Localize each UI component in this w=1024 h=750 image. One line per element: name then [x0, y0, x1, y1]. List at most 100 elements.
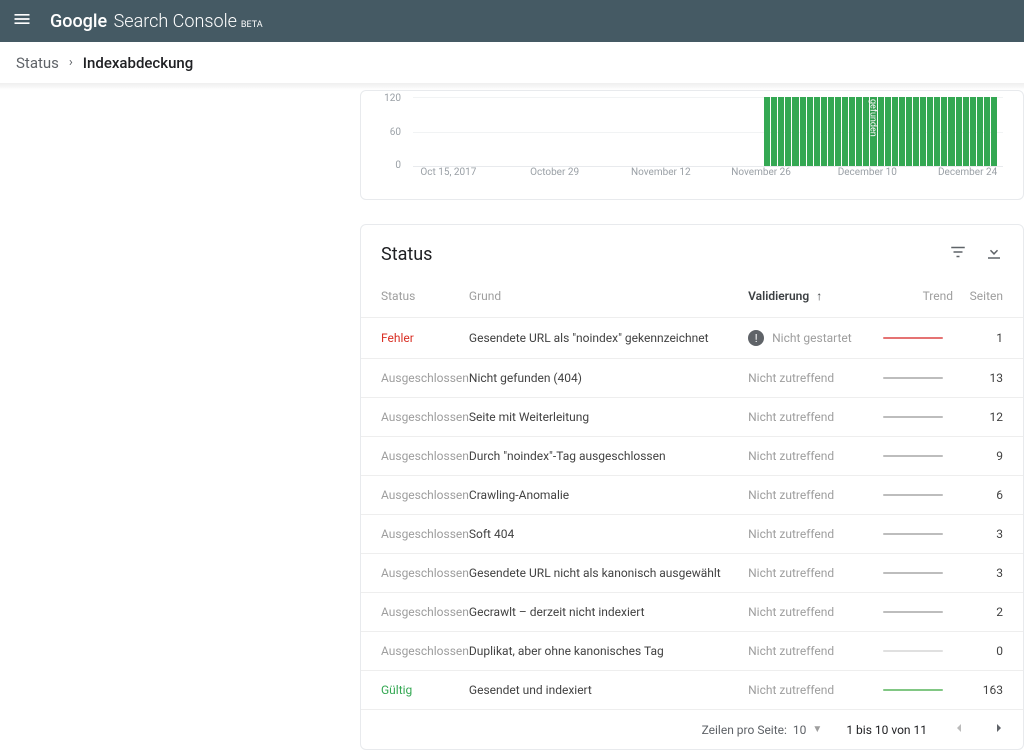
cell-validierung-text: Nicht zutreffend	[748, 449, 834, 463]
x-tick: November 12	[631, 167, 691, 178]
x-tick: November 26	[731, 167, 791, 178]
sparkline	[883, 650, 943, 652]
cell-validierung-text: Nicht zutreffend	[748, 410, 834, 424]
chart-plot-area: gefunden	[413, 97, 1003, 167]
cell-validierung: ! Nicht gestartet	[748, 318, 863, 359]
breadcrumb-current: Indexabdeckung	[83, 54, 193, 72]
cell-validierung: Nicht zutreffend	[748, 476, 863, 515]
status-table-card: Status Status Grund Validierung ↑	[360, 224, 1024, 750]
cell-grund: Seite mit Weiterleitung	[469, 398, 748, 437]
card-toolbar	[949, 243, 1003, 265]
cell-grund: Gesendete URL als "noindex" gekennzeichn…	[469, 318, 748, 359]
cell-status: Ausgeschlossen	[361, 593, 469, 632]
sparkline	[883, 377, 943, 379]
cell-grund: Crawling-Anomalie	[469, 476, 748, 515]
cell-trend	[863, 476, 953, 515]
logo-product: Search Console	[114, 11, 237, 32]
cell-validierung: Nicht zutreffend	[748, 437, 863, 476]
sparkline	[883, 689, 943, 691]
x-tick: Oct 15, 2017	[420, 167, 476, 178]
cell-seiten: 3	[953, 515, 1023, 554]
table-row[interactable]: AusgeschlossenDurch "noindex"-Tag ausges…	[361, 437, 1023, 476]
rows-per-page[interactable]: Zeilen pro Seite: 10 ▼	[702, 723, 823, 737]
cell-seiten: 13	[953, 359, 1023, 398]
table-row[interactable]: AusgeschlossenNicht gefunden (404)Nicht …	[361, 359, 1023, 398]
chevron-right-icon: ›	[69, 55, 73, 70]
sparkline	[883, 611, 943, 613]
cell-validierung-text: Nicht zutreffend	[748, 644, 834, 658]
filter-icon[interactable]	[949, 243, 967, 265]
pagination: Zeilen pro Seite: 10 ▼ 1 bis 10 von 11	[361, 710, 1023, 749]
x-tick: October 29	[530, 167, 579, 178]
table-row[interactable]: AusgeschlossenDuplikat, aber ohne kanoni…	[361, 632, 1023, 671]
col-trend[interactable]: Trend	[863, 279, 953, 318]
cell-validierung-text: Nicht zutreffend	[748, 371, 834, 385]
sparkline	[883, 494, 943, 496]
cell-validierung-text: Nicht zutreffend	[748, 488, 834, 502]
cell-validierung: Nicht zutreffend	[748, 398, 863, 437]
cell-seiten: 12	[953, 398, 1023, 437]
y-tick: 60	[390, 127, 401, 138]
pagination-range: 1 bis 10 von 11	[846, 723, 927, 737]
cell-status: Fehler	[361, 318, 469, 359]
warning-icon: !	[748, 330, 764, 346]
cell-trend	[863, 318, 953, 359]
table-row[interactable]: AusgeschlossenSeite mit WeiterleitungNic…	[361, 398, 1023, 437]
prev-page-button[interactable]	[951, 720, 967, 739]
cell-status: Ausgeschlossen	[361, 398, 469, 437]
sparkline	[883, 337, 943, 339]
cell-validierung: Nicht zutreffend	[748, 359, 863, 398]
sort-arrow-up-icon: ↑	[816, 289, 822, 303]
beta-badge: BETA	[241, 20, 263, 30]
menu-icon[interactable]	[12, 9, 32, 33]
chart-x-axis: Oct 15, 2017 October 29 November 12 Nove…	[413, 167, 1003, 181]
chart-bars	[764, 97, 997, 166]
x-tick: December 24	[938, 167, 997, 178]
table-row[interactable]: AusgeschlossenSoft 404Nicht zutreffend3	[361, 515, 1023, 554]
col-status[interactable]: Status	[361, 279, 469, 318]
cell-trend	[863, 359, 953, 398]
col-validierung-label: Validierung	[748, 289, 809, 303]
cell-seiten: 6	[953, 476, 1023, 515]
cell-validierung: Nicht zutreffend	[748, 593, 863, 632]
col-seiten[interactable]: Seiten	[953, 279, 1023, 318]
cell-status: Ausgeschlossen	[361, 515, 469, 554]
breadcrumb: Status › Indexabdeckung	[0, 42, 1024, 84]
cell-validierung: Nicht zutreffend	[748, 671, 863, 710]
cell-grund: Gesendete URL nicht als kanonisch ausgew…	[469, 554, 748, 593]
breadcrumb-root[interactable]: Status	[16, 54, 59, 72]
logo-brand: Google	[50, 11, 107, 32]
card-title: Status	[381, 244, 432, 265]
cell-status: Ausgeschlossen	[361, 554, 469, 593]
x-tick: December 10	[838, 167, 897, 178]
cell-trend	[863, 593, 953, 632]
next-page-button[interactable]	[991, 720, 1007, 739]
cell-seiten: 163	[953, 671, 1023, 710]
y-tick: 120	[384, 93, 401, 104]
app-bar: Google Search Console BETA	[0, 0, 1024, 42]
cell-trend	[863, 515, 953, 554]
cell-validierung-text: Nicht gestartet	[772, 331, 852, 345]
table-row[interactable]: GültigGesendet und indexiertNicht zutref…	[361, 671, 1023, 710]
col-validierung[interactable]: Validierung ↑	[748, 279, 863, 318]
table-row[interactable]: FehlerGesendete URL als "noindex" gekenn…	[361, 318, 1023, 359]
table-row[interactable]: AusgeschlossenGesendete URL nicht als ka…	[361, 554, 1023, 593]
table-row[interactable]: AusgeschlossenCrawling-AnomalieNicht zut…	[361, 476, 1023, 515]
cell-trend	[863, 632, 953, 671]
card-header: Status	[361, 225, 1023, 279]
coverage-chart[interactable]: 120 60 0 gefunden Oct 15, 2017 October 2…	[375, 97, 1009, 181]
chart-y-axis: 120 60 0	[375, 97, 407, 167]
rows-per-page-label: Zeilen pro Seite:	[702, 723, 787, 737]
cell-grund: Gecrawlt – derzeit nicht indexiert	[469, 593, 748, 632]
cell-validierung-text: Nicht zutreffend	[748, 605, 834, 619]
cell-validierung-text: Nicht zutreffend	[748, 566, 834, 580]
col-grund[interactable]: Grund	[469, 279, 748, 318]
cell-grund: Nicht gefunden (404)	[469, 359, 748, 398]
cell-validierung: Nicht zutreffend	[748, 632, 863, 671]
cell-seiten: 0	[953, 632, 1023, 671]
sparkline	[883, 572, 943, 574]
cell-seiten: 2	[953, 593, 1023, 632]
coverage-chart-card: 120 60 0 gefunden Oct 15, 2017 October 2…	[360, 90, 1024, 200]
table-row[interactable]: AusgeschlossenGecrawlt – derzeit nicht i…	[361, 593, 1023, 632]
download-icon[interactable]	[985, 243, 1003, 265]
